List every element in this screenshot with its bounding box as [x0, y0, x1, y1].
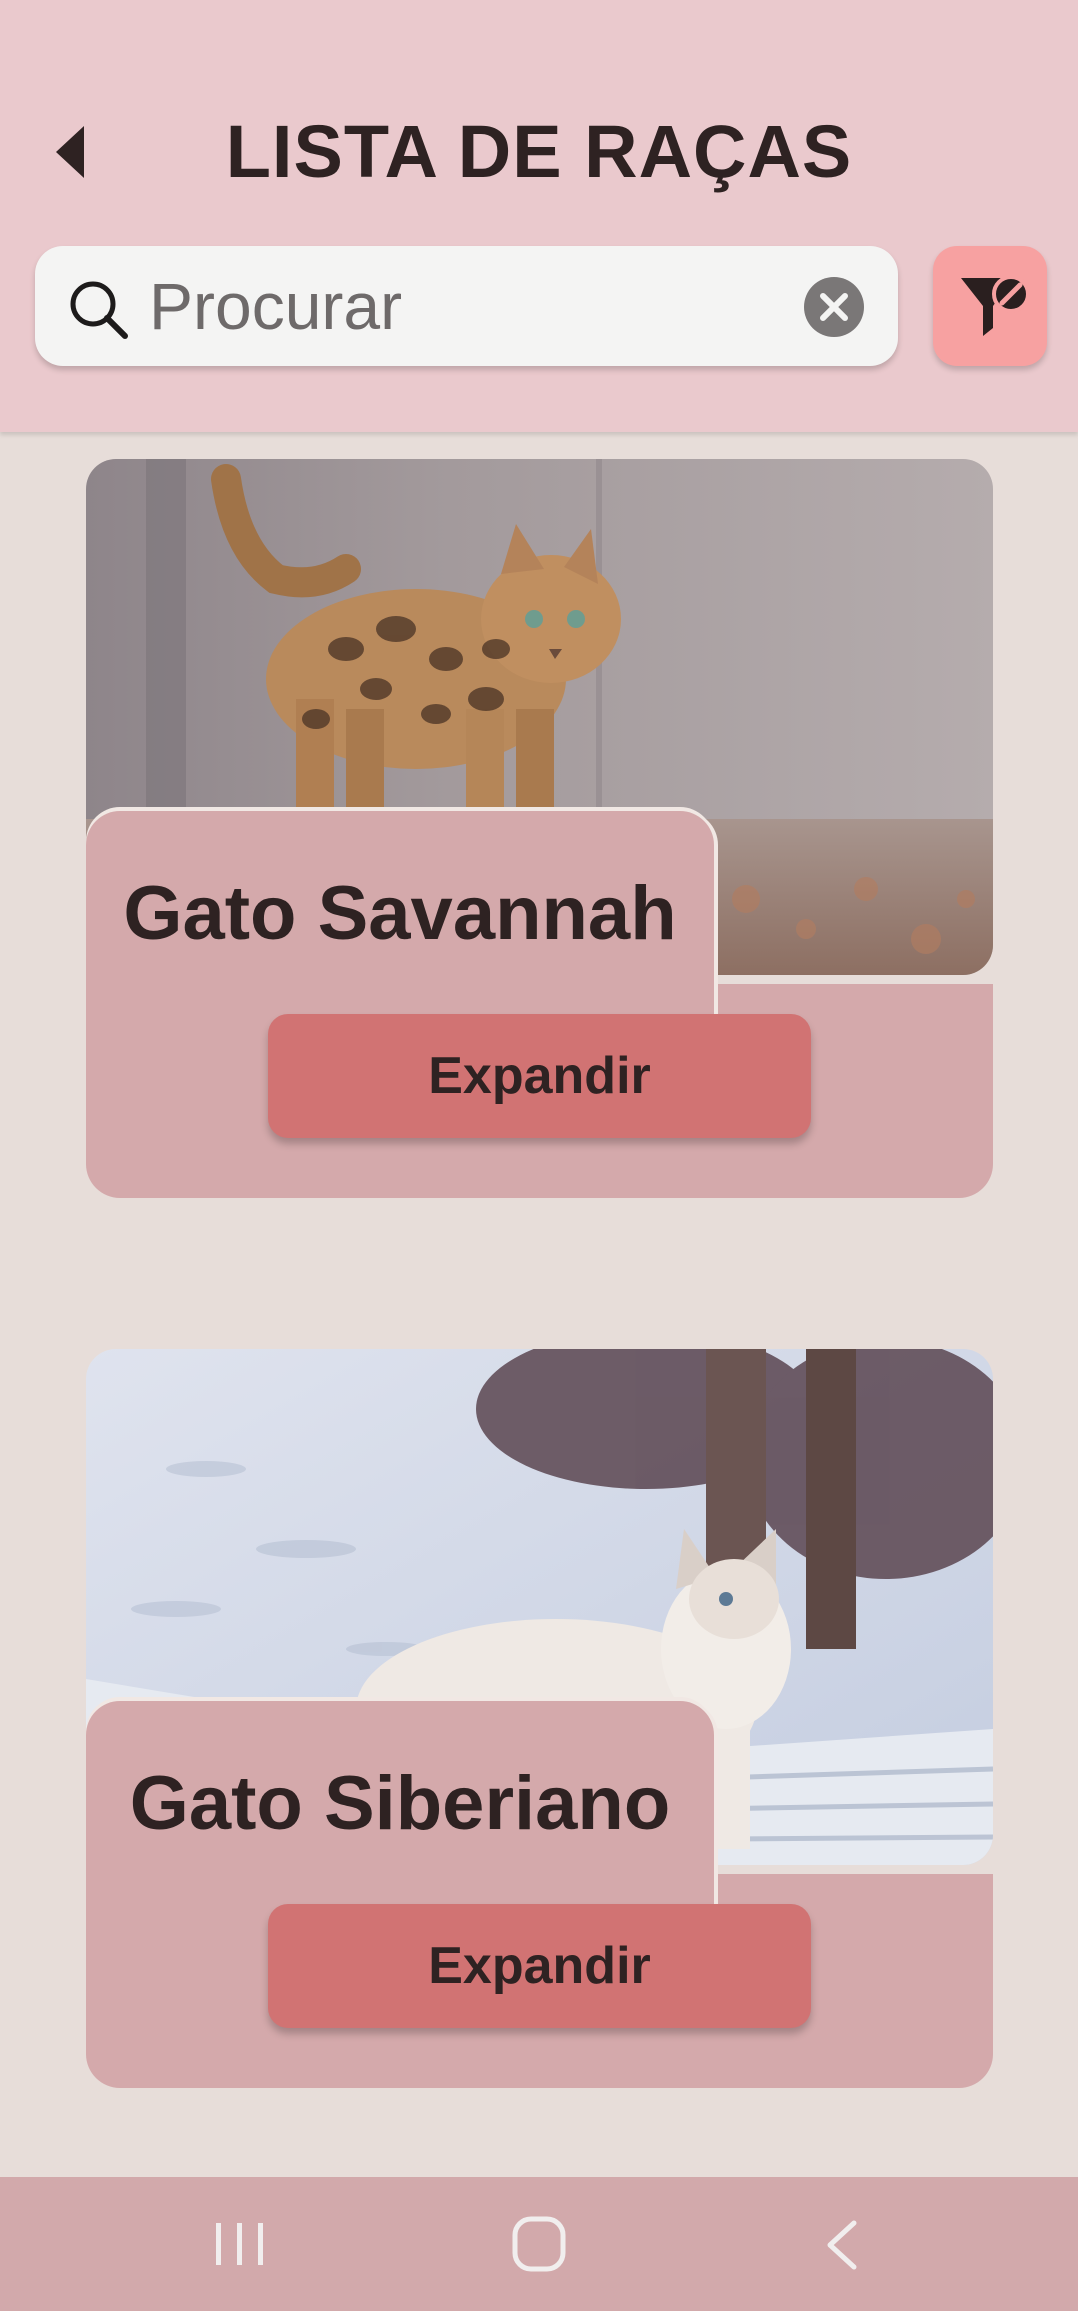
expand-button[interactable]: Expandir — [268, 1014, 811, 1138]
back-icon[interactable] — [818, 2215, 868, 2275]
search-icon — [70, 281, 128, 339]
filter-off-icon — [961, 275, 1030, 336]
clear-icon[interactable] — [803, 276, 865, 338]
breed-name: Gato Siberiano — [129, 1761, 671, 1846]
recents-icon[interactable] — [210, 2217, 270, 2271]
search-bar[interactable] — [35, 246, 898, 366]
expand-button[interactable]: Expandir — [268, 1904, 811, 2028]
top-app-bar: LISTA DE RAÇAS — [0, 0, 1078, 432]
breed-card: Gato Siberiano Expandir — [86, 1349, 993, 2088]
page-title: LISTA DE RAÇAS — [225, 110, 853, 193]
breed-card: Gato Savannah Expandir — [86, 459, 993, 1198]
home-icon[interactable] — [510, 2213, 568, 2275]
search-input[interactable] — [147, 260, 801, 352]
breed-name: Gato Savannah — [123, 871, 677, 956]
filter-button[interactable] — [933, 246, 1047, 366]
system-nav-bar — [0, 2177, 1078, 2311]
